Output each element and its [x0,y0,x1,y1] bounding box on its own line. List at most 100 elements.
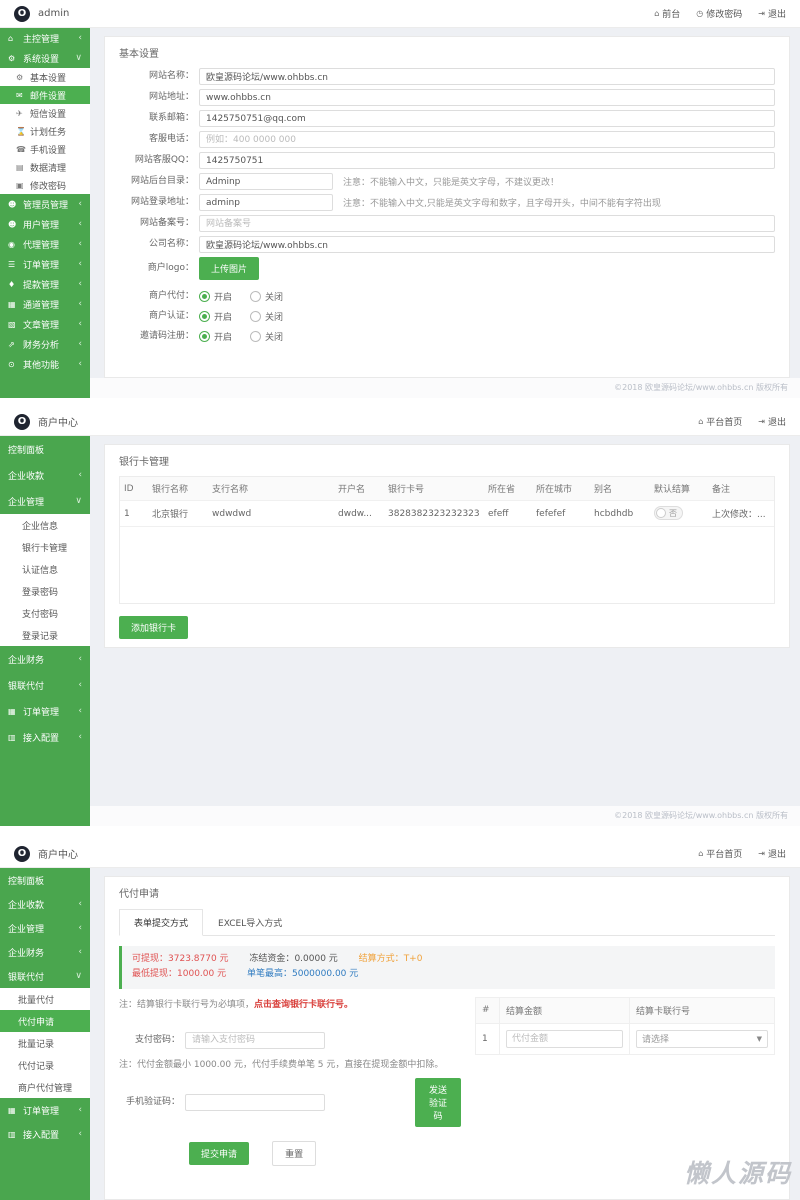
bankcard-table-wrap: ID 银行名称 支行名称 开户名 银行卡号 所在省 所在城市 别名 默认结算 备… [119,476,775,604]
sidebar-item-company-manage[interactable]: 企业管理 [0,916,90,940]
radio-off[interactable]: 关闭 [250,290,283,303]
sidebar-item-article-manage[interactable]: 文章管理 [0,314,90,334]
submenu-payout-records[interactable]: 代付记录 [0,1054,90,1076]
submenu-bankcard-manage[interactable]: 银行卡管理 [0,536,90,558]
nav-logout[interactable]: 退出 [758,415,786,428]
sidebar-item-agent-manage[interactable]: 代理管理 [0,234,90,254]
sidebar-item-other-functions[interactable]: 其他功能 [0,354,90,374]
submenu-batch-records[interactable]: 批量记录 [0,1032,90,1054]
tab-form-submit[interactable]: 表单提交方式 [119,909,204,936]
submenu-pay-password[interactable]: 支付密码 [0,602,90,624]
col-header: 别名 [590,477,650,501]
query-bank-number-link[interactable]: 点击查询银行卡联行号。 [254,1000,353,1010]
submenu-login-records[interactable]: 登录记录 [0,624,90,646]
service-qq-input[interactable] [199,152,775,169]
admin-dir-input[interactable] [199,173,333,190]
sidebar-item-company-finance[interactable]: 企业财务 [0,646,90,672]
site-name-input[interactable] [199,68,775,85]
submenu-batch-payout[interactable]: 批量代付 [0,988,90,1010]
submenu-login-password[interactable]: 登录密码 [0,580,90,602]
contact-email-input[interactable] [199,110,775,127]
table-row: 1 请选择▼ [475,1022,775,1055]
gear-icon [8,54,20,63]
sidebar-item-dashboard[interactable]: 控制面板 [0,868,90,892]
sidebar-item-channel-manage[interactable]: 通道管理 [0,294,90,314]
chevron-left-icon [78,706,82,716]
nav-frontend[interactable]: 前台 [654,7,680,20]
reset-button[interactable]: 重置 [272,1140,317,1166]
sidebar-item-order-manage[interactable]: 订单管理 [0,698,90,724]
radio-unselected-icon [250,311,262,322]
radio-on[interactable]: 开启 [199,330,232,343]
sidebar-item-unionpay-payout[interactable]: 银联代付 [0,964,90,988]
submenu-merchant-payout-manage[interactable]: 商户代付管理 [0,1076,90,1098]
service-phone-input[interactable] [199,131,775,148]
submenu-payout-request[interactable]: 代付申请 [0,1010,90,1032]
caret-down-icon: ▼ [756,1034,762,1043]
sidebar-item-company-manage[interactable]: 企业管理 [0,488,90,514]
icp-number-input[interactable] [199,215,775,232]
sidebar-item-order-manage[interactable]: 订单管理 [0,1098,90,1122]
submenu-mail-settings[interactable]: 邮件设置 [0,86,90,104]
upload-image-button[interactable]: 上传图片 [199,257,260,280]
clock-icon [696,9,703,18]
send-sms-code-button[interactable]: 发送验证码 [415,1077,461,1127]
submenu-cron-tasks[interactable]: 计划任务 [0,122,90,140]
submenu-basic-settings[interactable]: 基本设置 [0,68,90,86]
col-header: 所在城市 [532,477,590,501]
sidebar-item-finance-analysis[interactable]: 财务分析 [0,334,90,354]
sidebar-item-company-receipts[interactable]: 企业收款 [0,892,90,916]
pay-password-input[interactable] [185,1031,325,1049]
sidebar-item-company-finance[interactable]: 企业财务 [0,940,90,964]
radio-off[interactable]: 关闭 [250,310,283,323]
bank-number-select[interactable]: 请选择 ▼ [636,1029,768,1048]
nav-platform-home[interactable]: 平台首页 [698,415,742,428]
submenu-company-info[interactable]: 企业信息 [0,514,90,536]
sms-code-input[interactable] [185,1093,325,1111]
tab-excel-import[interactable]: EXCEL导入方式 [203,909,297,936]
table-row: 1 北京银行 wdwdwd dwdw... 3828382323232323 e… [120,500,774,527]
nav-platform-home[interactable]: 平台首页 [698,847,742,860]
field-label: 联系邮箱： [148,113,194,124]
sidebar-item-admin-manage[interactable]: 管理员管理 [0,194,90,214]
sidebar-item-withdraw-manage[interactable]: 提款管理 [0,274,90,294]
sidebar-item-order-manage[interactable]: 订单管理 [0,254,90,274]
sidebar-item-access-config[interactable]: 接入配置 [0,724,90,750]
submenu-sms-settings[interactable]: 短信设置 [0,104,90,122]
grid-icon [8,1106,20,1115]
company-name-input[interactable] [199,236,775,253]
radio-on[interactable]: 开启 [199,310,232,323]
sidebar-item-company-receipts[interactable]: 企业收款 [0,462,90,488]
login-url-input[interactable] [199,194,333,211]
radio-on[interactable]: 开启 [199,290,232,303]
submit-request-button[interactable]: 提交申请 [189,1141,250,1165]
nav-change-password[interactable]: 修改密码 [696,7,742,20]
sidebar-item-dashboard[interactable]: 控制面板 [0,436,90,462]
site-url-input[interactable] [199,89,775,106]
sidebar-item-main-control[interactable]: 主控管理 [0,28,90,48]
submenu-mobile-settings[interactable]: 手机设置 [0,140,90,158]
nav-logout[interactable]: 退出 [758,7,786,20]
submenu-auth-info[interactable]: 认证信息 [0,558,90,580]
default-settle-toggle[interactable]: 否 [654,506,683,520]
channel-icon [8,300,20,309]
sidebar-item-unionpay-payout[interactable]: 银联代付 [0,672,90,698]
payout-amount-input[interactable] [506,1029,623,1048]
radio-unselected-icon [250,291,262,302]
main-content: 代付申请 表单提交方式 EXCEL导入方式 可提现：3723.8770 元 冻结… [90,868,800,1200]
field-label: 支付密码： [134,1034,180,1045]
frozen-balance: 冻结资金：0.0000 元 [249,954,338,964]
radio-off[interactable]: 关闭 [250,330,283,343]
chevron-left-icon [78,680,82,690]
sidebar-item-user-manage[interactable]: 用户管理 [0,214,90,234]
main-content: 银行卡管理 ID 银行名称 支行名称 开户名 银行卡号 所在省 所在城市 别名 … [90,436,800,826]
nav-logout[interactable]: 退出 [758,847,786,860]
sidebar-item-system-settings[interactable]: 系统设置 [0,48,90,68]
submenu-data-clean[interactable]: 数据清理 [0,158,90,176]
payout-request-card: 代付申请 表单提交方式 EXCEL导入方式 可提现：3723.8770 元 冻结… [104,876,790,1200]
sidebar-item-access-config[interactable]: 接入配置 [0,1122,90,1146]
field-label: 商户认证： [148,311,194,322]
submenu-change-password[interactable]: 修改密码 [0,176,90,194]
users-icon [8,220,20,229]
add-bankcard-button[interactable]: 添加银行卡 [119,616,189,639]
